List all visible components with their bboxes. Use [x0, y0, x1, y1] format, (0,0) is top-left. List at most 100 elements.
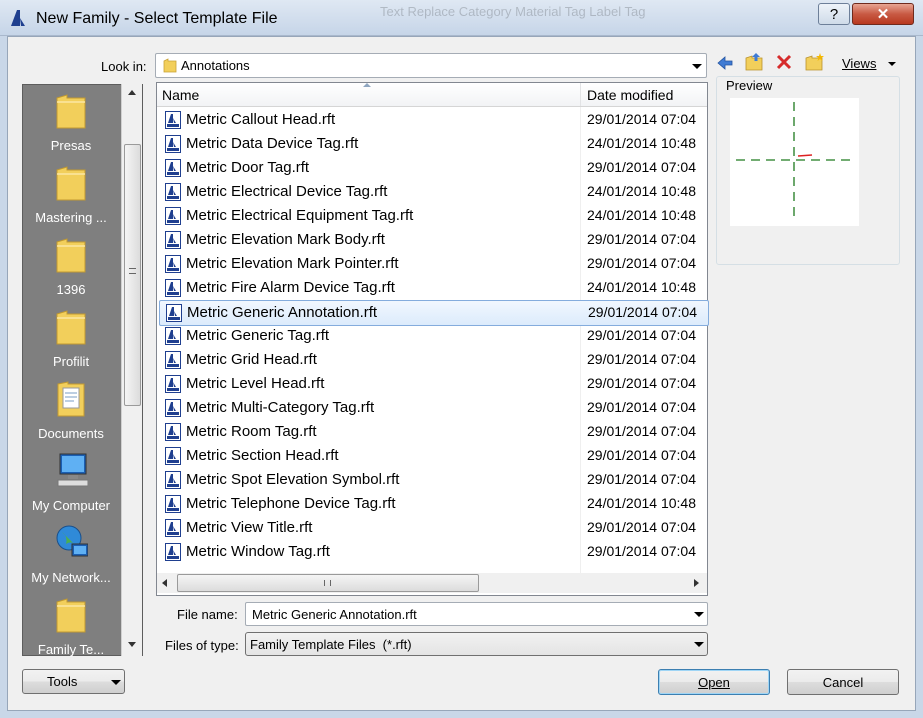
new-folder-icon[interactable]	[804, 52, 826, 72]
file-row[interactable]: Metric Telephone Device Tag.rft 24/01/201…	[159, 492, 707, 516]
background-ribbon-text: Text Replace Category Material Tag Label…	[380, 4, 646, 19]
file-name: Metric Generic Tag.rft	[186, 327, 330, 344]
revit-template-file-icon	[165, 231, 181, 249]
tools-button[interactable]: Tools	[22, 669, 125, 694]
help-button[interactable]: ?	[818, 3, 850, 25]
file-row[interactable]: Metric Electrical Device Tag.rft 24/01/20…	[159, 180, 707, 204]
place-item-mastering[interactable]: Mastering ...	[22, 158, 120, 230]
file-row[interactable]: Metric Spot Elevation Symbol.rft 29/01/20…	[159, 468, 707, 492]
place-label: Presas	[50, 138, 92, 153]
scroll-right-icon[interactable]	[694, 579, 699, 587]
cancel-button-label: Cancel	[822, 674, 864, 690]
revit-template-file-icon	[166, 304, 182, 322]
file-row[interactable]: Metric Generic Tag.rft 29/01/2014 07:04	[159, 324, 707, 348]
file-name: Metric Grid Head.rft	[186, 351, 317, 368]
place-item-my-network[interactable]: My Network...	[22, 518, 120, 590]
file-name: Metric Data Device Tag.rft	[186, 135, 359, 152]
documents-icon	[57, 381, 85, 417]
file-name: Metric Spot Elevation Symbol.rft	[186, 471, 400, 488]
file-row[interactable]: Metric Data Device Tag.rft 24/01/2014 10:…	[159, 132, 707, 156]
place-item-presas[interactable]: Presas	[22, 86, 120, 158]
revit-app-icon[interactable]	[8, 8, 28, 28]
folder-icon	[56, 598, 86, 633]
place-item-documents[interactable]: Documents	[22, 374, 120, 446]
file-name: Metric Electrical Device Tag.rft	[186, 183, 388, 200]
file-row[interactable]: Metric Elevation Mark Body.rft 29/01/2014…	[159, 228, 707, 252]
file-date: 29/01/2014 07:04	[587, 351, 696, 367]
revit-template-file-icon	[165, 279, 181, 297]
scroll-down-icon[interactable]	[128, 642, 136, 647]
file-row[interactable]: Metric Room Tag.rft 29/01/2014 07:04	[159, 420, 707, 444]
look-in-combo[interactable]: Annotations	[155, 53, 707, 78]
file-row[interactable]: Metric Generic Annotation.rft 29/01/2014 …	[159, 300, 709, 326]
revit-template-file-icon	[165, 207, 181, 225]
place-item-family-te[interactable]: Family Te...	[22, 590, 120, 662]
revit-template-file-icon	[165, 423, 181, 441]
revit-template-file-icon	[165, 447, 181, 465]
views-label: Views	[842, 56, 877, 71]
file-row[interactable]: Metric Window Tag.rft 29/01/2014 07:04	[159, 540, 707, 564]
file-name-combo[interactable]: Metric Generic Annotation.rft	[245, 602, 708, 626]
column-header: Name Date modified	[157, 83, 707, 107]
help-icon: ?	[829, 5, 839, 23]
file-date: 29/01/2014 07:04	[587, 159, 696, 175]
file-date: 29/01/2014 07:04	[587, 375, 696, 391]
up-folder-icon[interactable]	[744, 52, 766, 72]
preview-image	[730, 98, 859, 226]
views-menu-button[interactable]: Views	[840, 55, 900, 73]
file-row[interactable]: Metric Elevation Mark Pointer.rft 29/01/2…	[159, 252, 707, 276]
back-arrow-icon[interactable]	[716, 54, 734, 72]
scroll-up-icon[interactable]	[128, 90, 136, 95]
file-row[interactable]: Metric Multi-Category Tag.rft 29/01/2014 …	[159, 396, 707, 420]
file-date: 29/01/2014 07:04	[587, 111, 696, 127]
places-scroll-thumb[interactable]	[124, 144, 141, 406]
file-row[interactable]: Metric Electrical Equipment Tag.rft 24/01…	[159, 204, 707, 228]
file-date: 29/01/2014 07:04	[587, 231, 696, 247]
hscroll-thumb[interactable]	[177, 574, 479, 592]
file-row[interactable]: Metric Level Head.rft 29/01/2014 07:04	[159, 372, 707, 396]
close-button[interactable]: ✕	[852, 3, 914, 25]
file-date: 24/01/2014 10:48	[587, 279, 696, 295]
place-item-profilit[interactable]: Profilit	[22, 302, 120, 374]
open-button[interactable]: Open	[658, 669, 770, 695]
file-row[interactable]: Metric Grid Head.rft 29/01/2014 07:04	[159, 348, 707, 372]
revit-template-file-icon	[165, 183, 181, 201]
scroll-left-icon[interactable]	[162, 579, 167, 587]
file-row[interactable]: Metric Callout Head.rft 29/01/2014 07:04	[159, 108, 707, 132]
grip-icon	[129, 268, 136, 274]
places-scrollbar[interactable]	[121, 84, 142, 656]
place-item-1396[interactable]: 1396	[22, 230, 120, 302]
file-date: 29/01/2014 07:04	[587, 327, 696, 343]
revit-template-file-icon	[165, 519, 181, 537]
place-item-my-computer[interactable]: My Computer	[22, 446, 120, 518]
file-row[interactable]: Metric Door Tag.rft 29/01/2014 07:04	[159, 156, 707, 180]
date-column-header[interactable]: Date modified	[581, 83, 707, 106]
revit-template-file-icon	[165, 399, 181, 417]
revit-template-file-icon	[165, 327, 181, 345]
file-row[interactable]: Metric View Title.rft 29/01/2014 07:04	[159, 516, 707, 540]
sort-ascending-icon	[363, 83, 371, 87]
chevron-down-icon	[111, 680, 121, 685]
computer-icon	[57, 453, 88, 487]
preview-label: Preview	[725, 78, 774, 93]
place-label: My Computer	[31, 498, 111, 513]
cancel-button[interactable]: Cancel	[787, 669, 899, 695]
chevron-down-icon	[888, 62, 896, 66]
place-label: Documents	[38, 426, 104, 441]
folder-icon	[56, 94, 86, 129]
file-date: 29/01/2014 07:04	[587, 543, 696, 559]
file-list-hscrollbar[interactable]	[157, 573, 707, 593]
file-type-select[interactable]: Family Template Files (*.rft)	[245, 632, 708, 656]
file-date: 29/01/2014 07:04	[587, 423, 696, 439]
file-row[interactable]: Metric Fire Alarm Device Tag.rft 24/01/20…	[159, 276, 707, 300]
revit-template-file-icon	[165, 255, 181, 273]
file-name: Metric Section Head.rft	[186, 447, 339, 464]
file-date: 24/01/2014 10:48	[587, 207, 696, 223]
file-row[interactable]: Metric Section Head.rft 29/01/2014 07:04	[159, 444, 707, 468]
delete-icon[interactable]	[776, 54, 792, 70]
chevron-down-icon	[694, 612, 704, 617]
file-name: Metric Elevation Mark Body.rft	[186, 231, 385, 248]
file-name-input[interactable]: Metric Generic Annotation.rft	[252, 607, 417, 622]
revit-template-file-icon	[165, 471, 181, 489]
name-column-header[interactable]: Name	[157, 83, 581, 106]
